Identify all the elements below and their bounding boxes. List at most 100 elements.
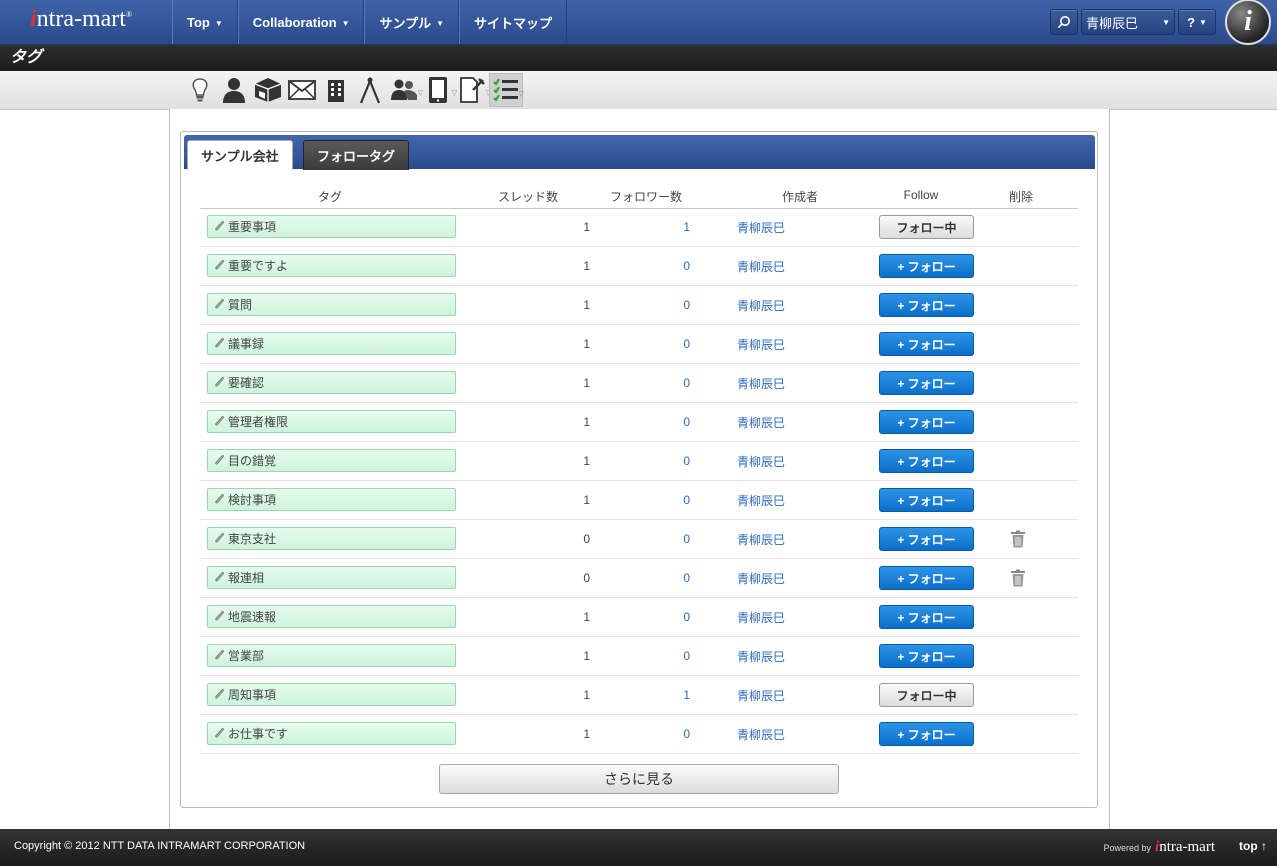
- creator-link[interactable]: 青柳辰巳: [737, 219, 785, 236]
- tag-link[interactable]: 重要ですよ: [207, 254, 456, 277]
- follower-count-link[interactable]: 0: [650, 493, 690, 507]
- follow-button[interactable]: + フォロー: [879, 527, 974, 551]
- follow-button[interactable]: + フォロー: [879, 722, 974, 746]
- tag-name: 地震速報: [228, 610, 277, 624]
- follower-count-link[interactable]: 0: [650, 259, 690, 273]
- follow-button[interactable]: + フォロー: [879, 605, 974, 629]
- follow-button[interactable]: + フォロー: [879, 254, 974, 278]
- paperclip-icon: [210, 492, 228, 508]
- creator-link[interactable]: 青柳辰巳: [737, 336, 785, 353]
- tag-name: 質問: [228, 298, 253, 312]
- follower-count-link[interactable]: 0: [650, 454, 690, 468]
- intra-mart-badge[interactable]: i: [1225, 0, 1271, 45]
- building-icon[interactable]: [319, 73, 353, 107]
- following-button[interactable]: フォロー中: [879, 683, 974, 707]
- follow-button[interactable]: + フォロー: [879, 410, 974, 434]
- checklist-icon[interactable]: [489, 73, 524, 107]
- nav-collaboration[interactable]: Collaboration ▼: [237, 0, 365, 44]
- tag-name: 検討事項: [228, 493, 277, 507]
- creator-link[interactable]: 青柳辰巳: [737, 258, 785, 275]
- user-menu-button[interactable]: 青柳辰巳 ▼: [1081, 9, 1175, 35]
- mail-icon[interactable]: [285, 73, 319, 107]
- tablet-icon[interactable]: [421, 73, 457, 107]
- creator-link[interactable]: 青柳辰巳: [737, 375, 785, 392]
- follow-button[interactable]: + フォロー: [879, 371, 974, 395]
- follower-count-link[interactable]: 0: [650, 298, 690, 312]
- tag-link[interactable]: 質問: [207, 293, 456, 316]
- tag-link[interactable]: 管理者権限: [207, 410, 456, 433]
- group-icon[interactable]: [387, 73, 423, 107]
- follow-button[interactable]: + フォロー: [879, 293, 974, 317]
- thread-count: 1: [583, 298, 590, 312]
- tag-link[interactable]: お仕事です: [207, 722, 456, 745]
- creator-link[interactable]: 青柳辰巳: [737, 609, 785, 626]
- follow-button[interactable]: + フォロー: [879, 449, 974, 473]
- trash-icon[interactable]: [1010, 530, 1026, 548]
- tag-link[interactable]: 営業部: [207, 644, 456, 667]
- tag-link[interactable]: 地震速報: [207, 605, 456, 628]
- creator-link[interactable]: 青柳辰巳: [737, 570, 785, 587]
- follower-count-link[interactable]: 1: [650, 688, 690, 702]
- creator-link[interactable]: 青柳辰巳: [737, 687, 785, 704]
- follower-count-link[interactable]: 0: [650, 415, 690, 429]
- table-row: 目の錯覚 1 0 青柳辰巳 + フォロー: [200, 442, 1078, 481]
- load-more-button[interactable]: さらに見る: [439, 764, 839, 794]
- nav-top[interactable]: Top ▼: [172, 0, 238, 44]
- creator-link[interactable]: 青柳辰巳: [737, 297, 785, 314]
- tag-link[interactable]: 報連相: [207, 566, 456, 589]
- follow-button[interactable]: + フォロー: [879, 488, 974, 512]
- follower-count-link[interactable]: 0: [650, 610, 690, 624]
- nav-sitemap[interactable]: サイトマップ: [459, 0, 568, 44]
- creator-link[interactable]: 青柳辰巳: [737, 531, 785, 548]
- tag-name: 管理者権限: [228, 415, 289, 429]
- tag-name: 要確認: [228, 376, 265, 390]
- tag-link[interactable]: 議事録: [207, 332, 456, 355]
- nav-sample-label: サンプル: [379, 15, 432, 31]
- help-menu-button[interactable]: ? ▼: [1178, 9, 1216, 35]
- tab-follow-tags[interactable]: フォロータグ: [303, 140, 410, 170]
- tag-link[interactable]: 重要事項: [207, 215, 456, 238]
- tag-link[interactable]: 要確認: [207, 371, 456, 394]
- trash-icon[interactable]: [1010, 569, 1026, 587]
- powered-by-text: Powered by: [1103, 843, 1152, 853]
- follower-count-link[interactable]: 0: [650, 532, 690, 546]
- follower-count-link[interactable]: 0: [650, 337, 690, 351]
- follower-count-link[interactable]: 0: [650, 376, 690, 390]
- following-button[interactable]: フォロー中: [879, 215, 974, 239]
- intra-mart-logo[interactable]: intra-mart®: [30, 6, 132, 33]
- paperclip-icon: [210, 609, 228, 625]
- follower-count-link[interactable]: 0: [650, 571, 690, 585]
- lightbulb-icon[interactable]: [183, 73, 217, 107]
- nav-sample[interactable]: サンプル ▼: [364, 0, 460, 44]
- creator-link[interactable]: 青柳辰巳: [737, 453, 785, 470]
- follow-button[interactable]: + フォロー: [879, 644, 974, 668]
- follower-count-link[interactable]: 0: [650, 727, 690, 741]
- back-to-top-link[interactable]: top ↑: [1239, 839, 1267, 853]
- tab-sample-company[interactable]: サンプル会社: [187, 140, 293, 170]
- document-pin-icon[interactable]: [455, 73, 491, 107]
- tag-link[interactable]: 東京支社: [207, 527, 456, 550]
- chevron-down-icon: ▼: [436, 18, 445, 28]
- thread-count: 1: [583, 610, 590, 624]
- tag-link[interactable]: 目の錯覚: [207, 449, 456, 472]
- thread-count: 0: [583, 571, 590, 585]
- table-row: 東京支社 0 0 青柳辰巳 + フォロー: [200, 520, 1078, 559]
- cube-icon[interactable]: [251, 73, 285, 107]
- creator-link[interactable]: 青柳辰巳: [737, 726, 785, 743]
- creator-link[interactable]: 青柳辰巳: [737, 648, 785, 665]
- tag-link[interactable]: 周知事項: [207, 683, 456, 706]
- follower-count-link[interactable]: 1: [650, 220, 690, 234]
- tag-name: 東京支社: [228, 532, 277, 546]
- tag-name: 報連相: [228, 571, 265, 585]
- follow-button[interactable]: + フォロー: [879, 332, 974, 356]
- tag-link[interactable]: 検討事項: [207, 488, 456, 511]
- follow-button[interactable]: + フォロー: [879, 566, 974, 590]
- creator-link[interactable]: 青柳辰巳: [737, 492, 785, 509]
- follower-count-link[interactable]: 0: [650, 649, 690, 663]
- thread-count: 0: [583, 532, 590, 546]
- tag-name: 目の錯覚: [228, 454, 277, 468]
- search-button[interactable]: [1050, 9, 1078, 35]
- creator-link[interactable]: 青柳辰巳: [737, 414, 785, 431]
- compass-icon[interactable]: [353, 73, 387, 107]
- person-icon[interactable]: [217, 73, 251, 107]
